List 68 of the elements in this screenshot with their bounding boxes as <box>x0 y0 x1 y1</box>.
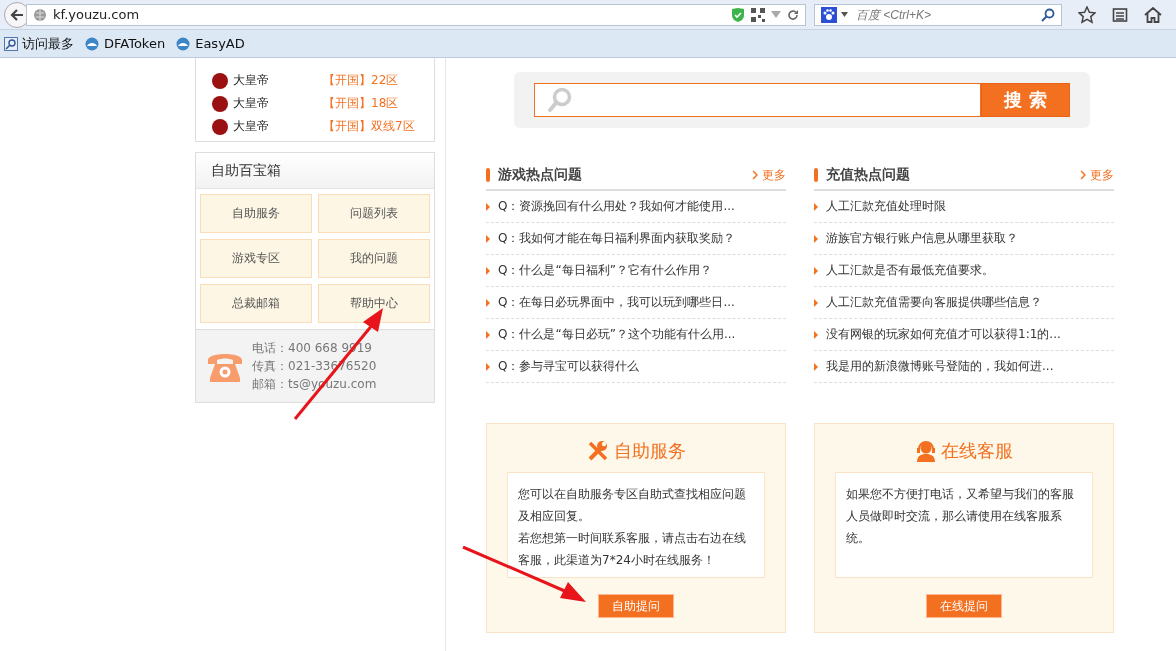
bookmark-search-icon <box>4 36 18 51</box>
bookmark-item[interactable]: DFAToken <box>84 36 166 51</box>
toolbox-button[interactable]: 总裁邮箱 <box>200 284 312 323</box>
question-link[interactable]: 没有网银的玩家如何充值才可以获得1:1的... <box>826 326 1061 343</box>
question-link[interactable]: 我是用的新浪微博账号登陆的，我如何进... <box>826 358 1054 375</box>
description-text: 如果您不方便打电话，又希望与我们的客服人员做即时交流，那么请使用在线客服系统。 <box>846 486 1075 547</box>
bullet-icon <box>814 234 818 243</box>
address-bar[interactable]: kf.youzu.com <box>26 3 806 26</box>
question-link[interactable]: 人工汇款充值处理时限 <box>826 198 946 215</box>
question-link[interactable]: Q：什么是“每日福利”？它有什么作用？ <box>498 262 712 279</box>
star-icon[interactable] <box>1078 5 1096 24</box>
bullet-icon <box>486 202 490 211</box>
bullet-icon <box>814 202 818 211</box>
question-link[interactable]: 人工汇款充值需要向客服提供哪些信息？ <box>826 294 1042 311</box>
chevron-icon <box>752 170 758 180</box>
bullet-icon <box>486 298 490 307</box>
game-name[interactable]: 大皇帝 <box>233 72 323 89</box>
question-link[interactable]: Q：什么是“每日必玩”？这个功能有什么用... <box>498 326 736 343</box>
home-icon[interactable] <box>1144 6 1162 23</box>
question-link[interactable]: Q：资源挽回有什么用处？我如何才能使用... <box>498 198 735 215</box>
card-title: 自助服务 <box>613 439 686 463</box>
accent-bar <box>486 168 490 182</box>
bullet-icon <box>814 266 818 275</box>
question-link[interactable]: Q：在每日必玩界面中，我可以玩到哪些日... <box>498 294 735 311</box>
toolbox-button[interactable]: 我的问题 <box>318 239 430 278</box>
question-link[interactable]: 人工汇款是否有最低充值要求。 <box>826 262 994 279</box>
description-text: 若您想第一时间联系客服，请点击右边在线客服，此渠道为7*24小时在线服务！ <box>518 530 747 569</box>
search-icon <box>547 87 573 113</box>
section-title: 游戏热点问题 <box>498 166 582 184</box>
question-link[interactable]: Q：我如何才能在每日福利界面内获取奖励？ <box>498 230 736 247</box>
game-name[interactable]: 大皇帝 <box>233 95 323 112</box>
reading-list-icon[interactable] <box>1112 6 1128 23</box>
url-text: kf.youzu.com <box>53 7 140 22</box>
toolbox-button[interactable]: 自助服务 <box>200 194 312 233</box>
bullet-icon <box>814 330 818 339</box>
paw-icon <box>821 6 837 23</box>
bullet-icon <box>814 362 818 371</box>
shield-icon <box>731 6 745 23</box>
section-title: 充值热点问题 <box>826 166 910 184</box>
bullet-icon <box>486 330 490 339</box>
search-icon[interactable] <box>1041 7 1055 22</box>
reload-icon[interactable] <box>787 8 799 21</box>
bullet-icon <box>814 298 818 307</box>
bullet-icon <box>486 234 490 243</box>
cloud-icon <box>84 36 100 51</box>
bullet-icon <box>486 266 490 275</box>
bookmark-item[interactable]: 访问最多 <box>4 34 74 53</box>
browser-search-field[interactable]: 百度 <Ctrl+K> <box>814 3 1062 26</box>
dropdown-icon[interactable] <box>841 12 848 17</box>
chevron-icon <box>1080 170 1086 180</box>
toolbox-button[interactable]: 问题列表 <box>318 194 430 233</box>
bookmark-item[interactable]: EasyAD <box>175 36 245 51</box>
faq-search-field[interactable] <box>534 83 981 117</box>
toolbox-button[interactable]: 游戏专区 <box>200 239 312 278</box>
toolbox-button[interactable]: 帮助中心 <box>318 284 430 323</box>
globe-icon <box>33 7 47 22</box>
accent-bar <box>814 168 818 182</box>
qr-code-icon[interactable] <box>751 7 765 22</box>
game-name[interactable]: 大皇帝 <box>233 118 323 135</box>
cloud-icon <box>175 36 192 51</box>
bullet-icon <box>486 362 490 371</box>
back-arrow-icon <box>9 6 25 23</box>
tools-icon <box>586 440 609 462</box>
question-link[interactable]: 游族官方银行账户信息从哪里获取？ <box>826 230 1018 247</box>
card-title: 在线客服 <box>940 439 1013 463</box>
question-link[interactable]: Q：参与寻宝可以获得什么 <box>498 358 640 375</box>
description-text: 您可以在自助服务专区自助式查找相应问题及相应回复。 <box>518 486 747 525</box>
headset-person-icon <box>915 440 936 462</box>
